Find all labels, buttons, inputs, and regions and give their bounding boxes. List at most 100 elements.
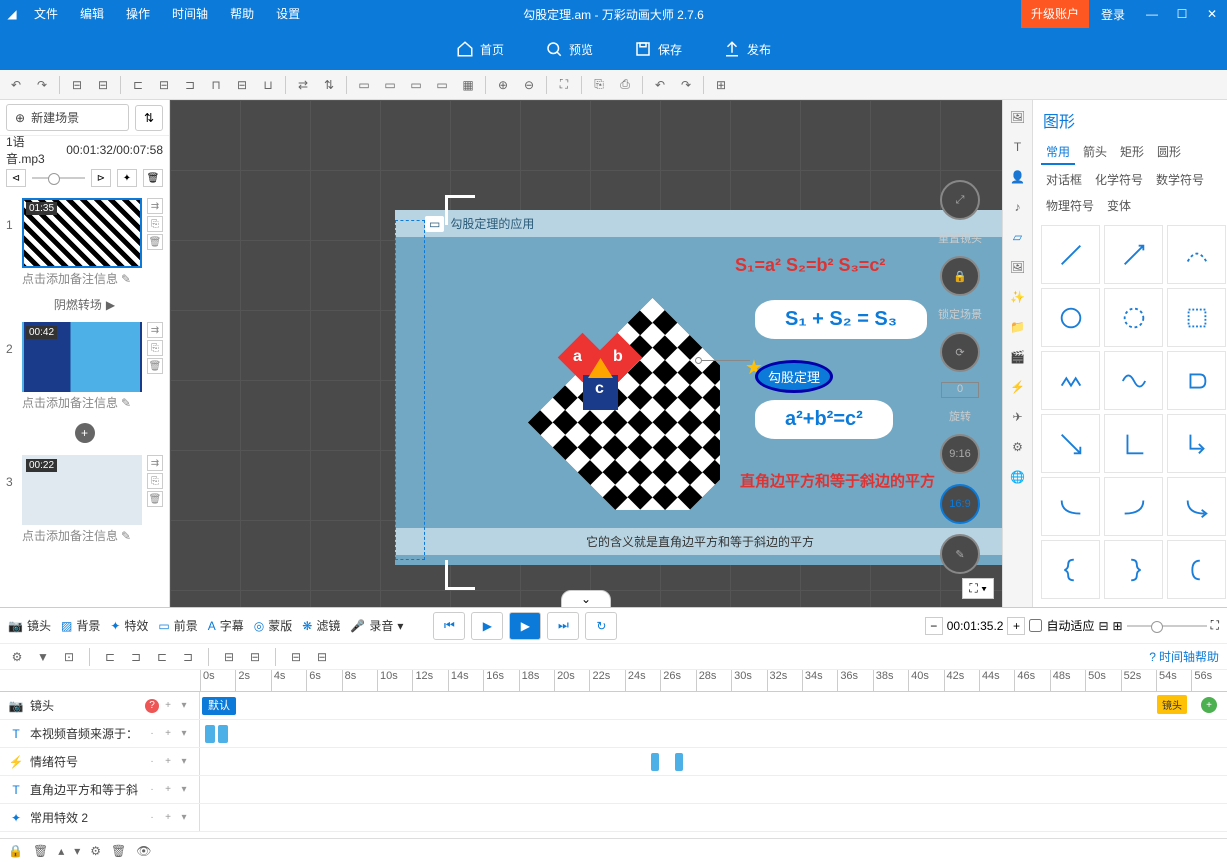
shape-circle[interactable] — [1041, 288, 1100, 347]
align-middle-button[interactable]: ⊟ — [230, 73, 254, 97]
scene-3[interactable]: 3 00:22 点击添加备注信息✎ ⇉ ⎘ 🗑 — [0, 449, 169, 550]
menu-settings[interactable]: 设置 — [266, 0, 310, 28]
canvas[interactable]: AM ▭勾股定理的应用 a b c S₁=a² S₂=b² S₃=c² S₁ +… — [170, 100, 1002, 607]
scene1-copy-button[interactable]: ⎘ — [147, 216, 163, 232]
audio-delete-button[interactable]: 🗑 — [143, 169, 163, 187]
video-tool[interactable]: 🎬 — [1007, 346, 1029, 368]
time-minus-button[interactable]: − — [925, 617, 943, 635]
rotate-value[interactable]: 0 — [941, 382, 979, 398]
track-3[interactable]: T直角边平方和等于斜·+▾ — [0, 776, 1227, 804]
align4-icon[interactable]: ⊐ — [179, 648, 197, 666]
clip[interactable] — [675, 753, 683, 771]
audio-next-button[interactable]: ⊳ — [91, 169, 111, 187]
trash-button[interactable]: 🗑 — [33, 844, 48, 858]
zoom-indicator[interactable]: ⛶ ▾ — [962, 578, 994, 599]
cut2-icon[interactable]: ⊟ — [313, 648, 331, 666]
eye-button[interactable]: 👁 — [136, 844, 151, 858]
fit-button[interactable]: ⛶ — [552, 73, 576, 97]
zoom-in-button[interactable]: ⊕ — [491, 73, 515, 97]
send-backward-button[interactable]: ▭ — [430, 73, 454, 97]
mute-button[interactable]: 🗑 — [111, 844, 126, 858]
shapes-tab-rect[interactable]: 矩形 — [1115, 140, 1149, 165]
filter-icon[interactable]: ▼ — [34, 648, 52, 666]
autofit-checkbox[interactable] — [1029, 619, 1042, 632]
subtitle-tool-button[interactable]: A字幕 — [208, 617, 244, 634]
prev-frame-button[interactable]: ⏮ — [433, 612, 465, 640]
gallery-tool[interactable]: 🖼 — [1007, 256, 1029, 278]
track-menu-button[interactable]: ▾ — [177, 699, 191, 713]
distribute-h-button[interactable]: ⊟ — [65, 73, 89, 97]
track-1[interactable]: T本视频音频来源于：·+▾ — [0, 720, 1227, 748]
edit-pen-button[interactable]: ✎ — [940, 534, 980, 574]
audio-slider[interactable] — [32, 177, 85, 179]
play-button[interactable]: ▶ — [509, 612, 541, 640]
shapes-tab-dialog[interactable]: 对话框 — [1041, 168, 1087, 191]
audio-settings-button[interactable]: ✦ — [117, 169, 137, 187]
plane-tool[interactable]: ✈ — [1007, 406, 1029, 428]
redo-button[interactable]: ↷ — [30, 73, 54, 97]
shape-line[interactable] — [1041, 225, 1100, 284]
shapes-tab-variant[interactable]: 变体 — [1102, 194, 1136, 217]
shape-curve-l[interactable] — [1041, 477, 1100, 536]
time-plus-button[interactable]: + — [1007, 617, 1025, 635]
next-clip-button[interactable]: ⏭ — [547, 612, 579, 640]
crop-tl[interactable] — [445, 195, 475, 225]
transition-1[interactable]: 阴燃转场▶ — [0, 293, 169, 316]
loop-button[interactable]: ↻ — [585, 612, 617, 640]
collapse-icon[interactable]: ⊟ — [1098, 619, 1108, 633]
menu-edit[interactable]: 编辑 — [70, 0, 114, 28]
zoom-out-button[interactable]: ⊖ — [517, 73, 541, 97]
reset-camera-button[interactable]: ⤢ — [940, 180, 980, 220]
scene3-move-button[interactable]: ⇉ — [147, 455, 163, 471]
bring-front-button[interactable]: ▭ — [352, 73, 376, 97]
split-icon[interactable]: ⊟ — [220, 648, 238, 666]
grid-button[interactable]: ⊞ — [709, 73, 733, 97]
rotate-button[interactable]: ⟳ — [940, 332, 980, 372]
scene-2[interactable]: 2 00:42 点击添加备注信息✎ ⇉ ⎘ 🗑 — [0, 316, 169, 417]
align-left-button[interactable]: ⊏ — [126, 73, 150, 97]
shape-arc-dashed[interactable] — [1167, 225, 1226, 284]
shape-bracket-l[interactable] — [1167, 540, 1226, 599]
flip-v-button[interactable]: ⇅ — [317, 73, 341, 97]
split2-icon[interactable]: ⊟ — [246, 648, 264, 666]
up-button[interactable]: ▴ — [58, 844, 64, 858]
minimize-button[interactable]: — — [1137, 0, 1167, 28]
shape-arrow-line[interactable] — [1104, 225, 1163, 284]
track-menu-button[interactable]: ▾ — [177, 811, 191, 825]
align2-icon[interactable]: ⊐ — [127, 648, 145, 666]
scene1-move-button[interactable]: ⇉ — [147, 198, 163, 214]
track-2[interactable]: ⚡情绪符号·+▾ — [0, 748, 1227, 776]
shape-brace-r[interactable] — [1104, 540, 1163, 599]
shape-corner-arrow[interactable] — [1167, 414, 1226, 473]
tab-preview[interactable]: 预览 — [537, 40, 601, 58]
track-menu-button[interactable]: ▾ — [177, 727, 191, 741]
audio-prev-button[interactable]: ⊲ — [6, 169, 26, 187]
filter-tool-button[interactable]: ❋滤镜 — [302, 617, 340, 634]
clip[interactable] — [218, 725, 228, 743]
menu-timeline[interactable]: 时间轴 — [162, 0, 218, 28]
shape-brace-l[interactable] — [1041, 540, 1100, 599]
shapes-tab-common[interactable]: 常用 — [1041, 140, 1075, 165]
shapes-tab-physics[interactable]: 物理符号 — [1041, 194, 1099, 217]
fit-timeline-icon[interactable]: ⛶ — [1211, 618, 1219, 633]
tab-home[interactable]: 首页 — [448, 40, 512, 58]
redo2-button[interactable]: ↷ — [674, 73, 698, 97]
effects-tool[interactable]: ✨ — [1007, 286, 1029, 308]
shape-curve-r[interactable] — [1104, 477, 1163, 536]
camera-marker[interactable]: 镜头 — [1157, 695, 1187, 714]
paste-button[interactable]: ⎙ — [613, 73, 637, 97]
shapes-tab-circle[interactable]: 圆形 — [1152, 140, 1186, 165]
flip-h-button[interactable]: ⇄ — [291, 73, 315, 97]
mask-tool-button[interactable]: ◎蒙版 — [254, 617, 293, 634]
track-menu-button[interactable]: ▾ — [177, 755, 191, 769]
settings-icon[interactable]: ⚙ — [8, 648, 26, 666]
align-top-button[interactable]: ⊓ — [204, 73, 228, 97]
close-button[interactable]: ✕ — [1197, 0, 1227, 28]
lock-scene-button[interactable]: 🔒 — [940, 256, 980, 296]
sort-scenes-button[interactable]: ⇅ — [135, 105, 163, 131]
new-scene-button[interactable]: ⊕ 新建场景 — [6, 104, 129, 131]
ratio-916-button[interactable]: 9:16 — [940, 434, 980, 474]
timeline-help-link[interactable]: ?时间轴帮助 — [1149, 648, 1219, 665]
align3-icon[interactable]: ⊏ — [153, 648, 171, 666]
login-button[interactable]: 登录 — [1089, 6, 1137, 23]
